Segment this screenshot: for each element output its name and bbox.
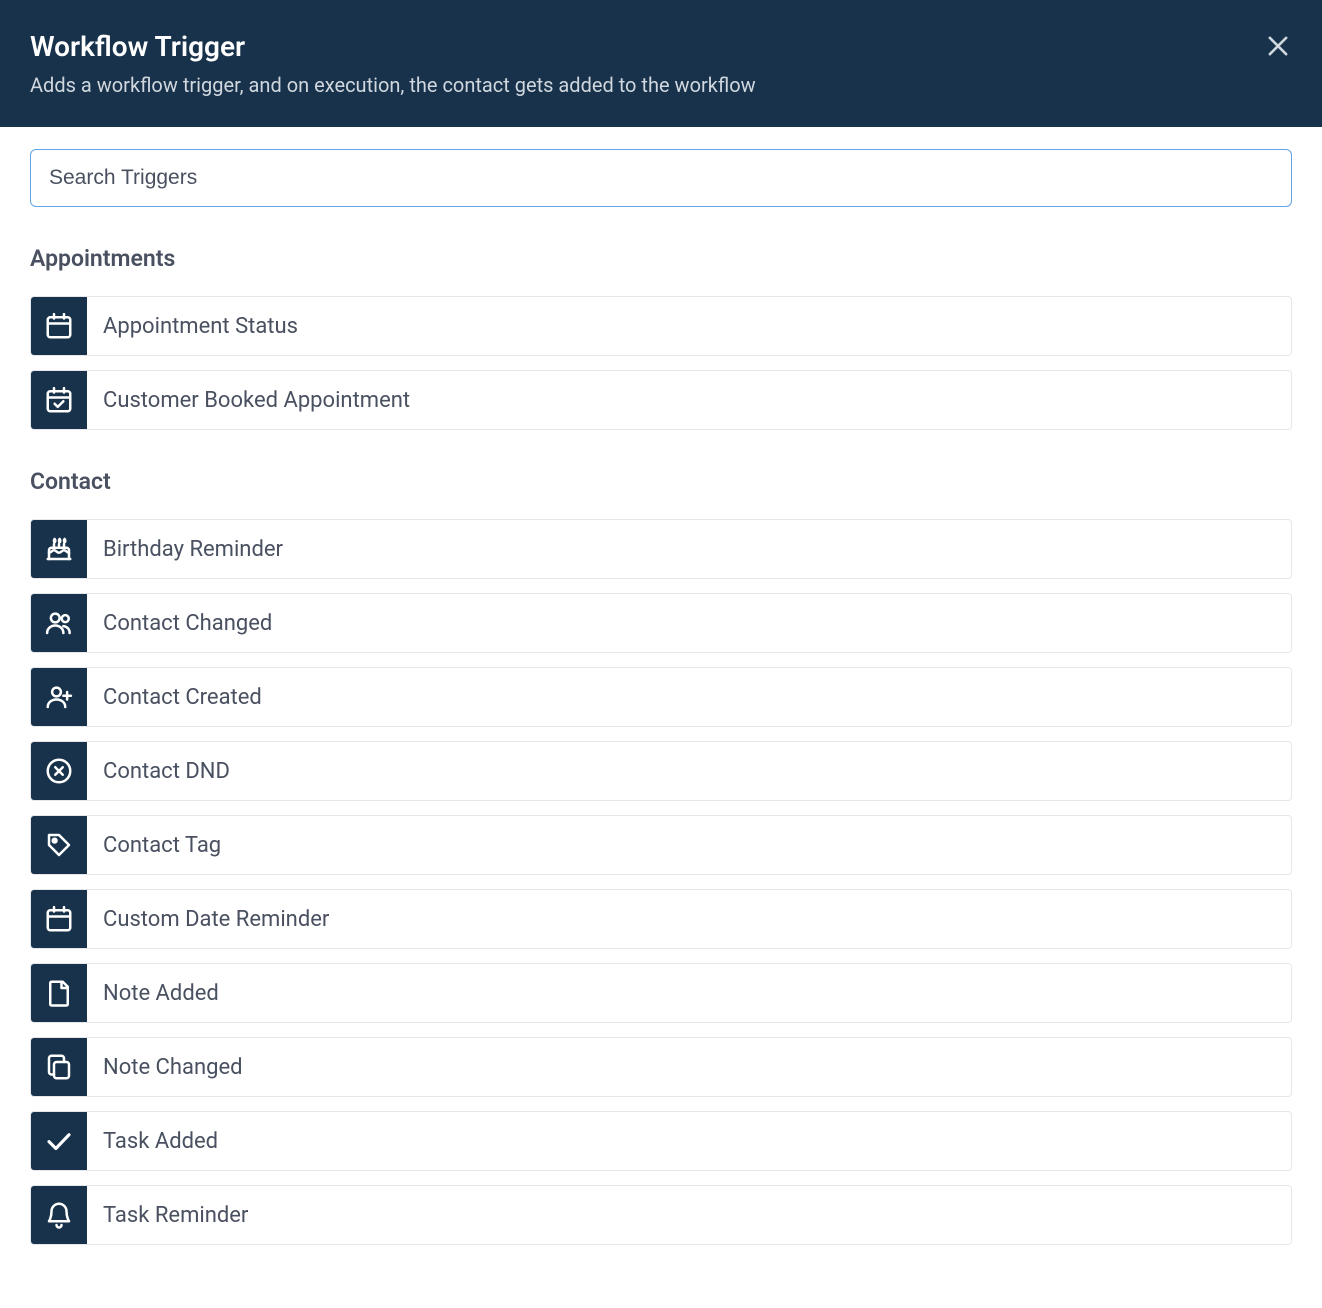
trigger-label: Custom Date Reminder <box>87 890 1291 948</box>
panel-title: Workflow Trigger <box>30 30 1292 63</box>
calendar-icon <box>31 890 87 948</box>
trigger-note-added[interactable]: Note Added <box>30 963 1292 1023</box>
group-title-contact: Contact <box>30 468 1292 495</box>
trigger-task-reminder[interactable]: Task Reminder <box>30 1185 1292 1245</box>
tag-icon <box>31 816 87 874</box>
calendar-icon <box>31 297 87 355</box>
users-icon <box>31 594 87 652</box>
trigger-appointment-status[interactable]: Appointment Status <box>30 296 1292 356</box>
trigger-task-added[interactable]: Task Added <box>30 1111 1292 1171</box>
trigger-label: Contact Tag <box>87 816 1291 874</box>
trigger-contact-tag[interactable]: Contact Tag <box>30 815 1292 875</box>
trigger-note-changed[interactable]: Note Changed <box>30 1037 1292 1097</box>
trigger-label: Note Changed <box>87 1038 1291 1096</box>
close-icon <box>1264 32 1292 60</box>
trigger-label: Contact DND <box>87 742 1291 800</box>
trigger-customer-booked-appointment[interactable]: Customer Booked Appointment <box>30 370 1292 430</box>
check-icon <box>31 1112 87 1170</box>
trigger-contact-dnd[interactable]: Contact DND <box>30 741 1292 801</box>
panel-body: Appointments Appointment Status Customer… <box>0 127 1322 1289</box>
trigger-label: Contact Created <box>87 668 1291 726</box>
panel-header: Workflow Trigger Adds a workflow trigger… <box>0 0 1322 127</box>
panel-subtitle: Adds a workflow trigger, and on executio… <box>30 73 1292 97</box>
circle-x-icon <box>31 742 87 800</box>
search-input[interactable] <box>30 149 1292 207</box>
file-icon <box>31 964 87 1022</box>
trigger-label: Birthday Reminder <box>87 520 1291 578</box>
trigger-label: Customer Booked Appointment <box>87 371 1291 429</box>
trigger-custom-date-reminder[interactable]: Custom Date Reminder <box>30 889 1292 949</box>
trigger-birthday-reminder[interactable]: Birthday Reminder <box>30 519 1292 579</box>
cake-icon <box>31 520 87 578</box>
calendar-check-icon <box>31 371 87 429</box>
close-button[interactable] <box>1264 32 1292 60</box>
user-plus-icon <box>31 668 87 726</box>
bell-icon <box>31 1186 87 1244</box>
trigger-label: Appointment Status <box>87 297 1291 355</box>
trigger-label: Contact Changed <box>87 594 1291 652</box>
trigger-label: Task Reminder <box>87 1186 1291 1244</box>
trigger-label: Task Added <box>87 1112 1291 1170</box>
trigger-label: Note Added <box>87 964 1291 1022</box>
trigger-contact-created[interactable]: Contact Created <box>30 667 1292 727</box>
group-title-appointments: Appointments <box>30 245 1292 272</box>
trigger-contact-changed[interactable]: Contact Changed <box>30 593 1292 653</box>
copy-icon <box>31 1038 87 1096</box>
